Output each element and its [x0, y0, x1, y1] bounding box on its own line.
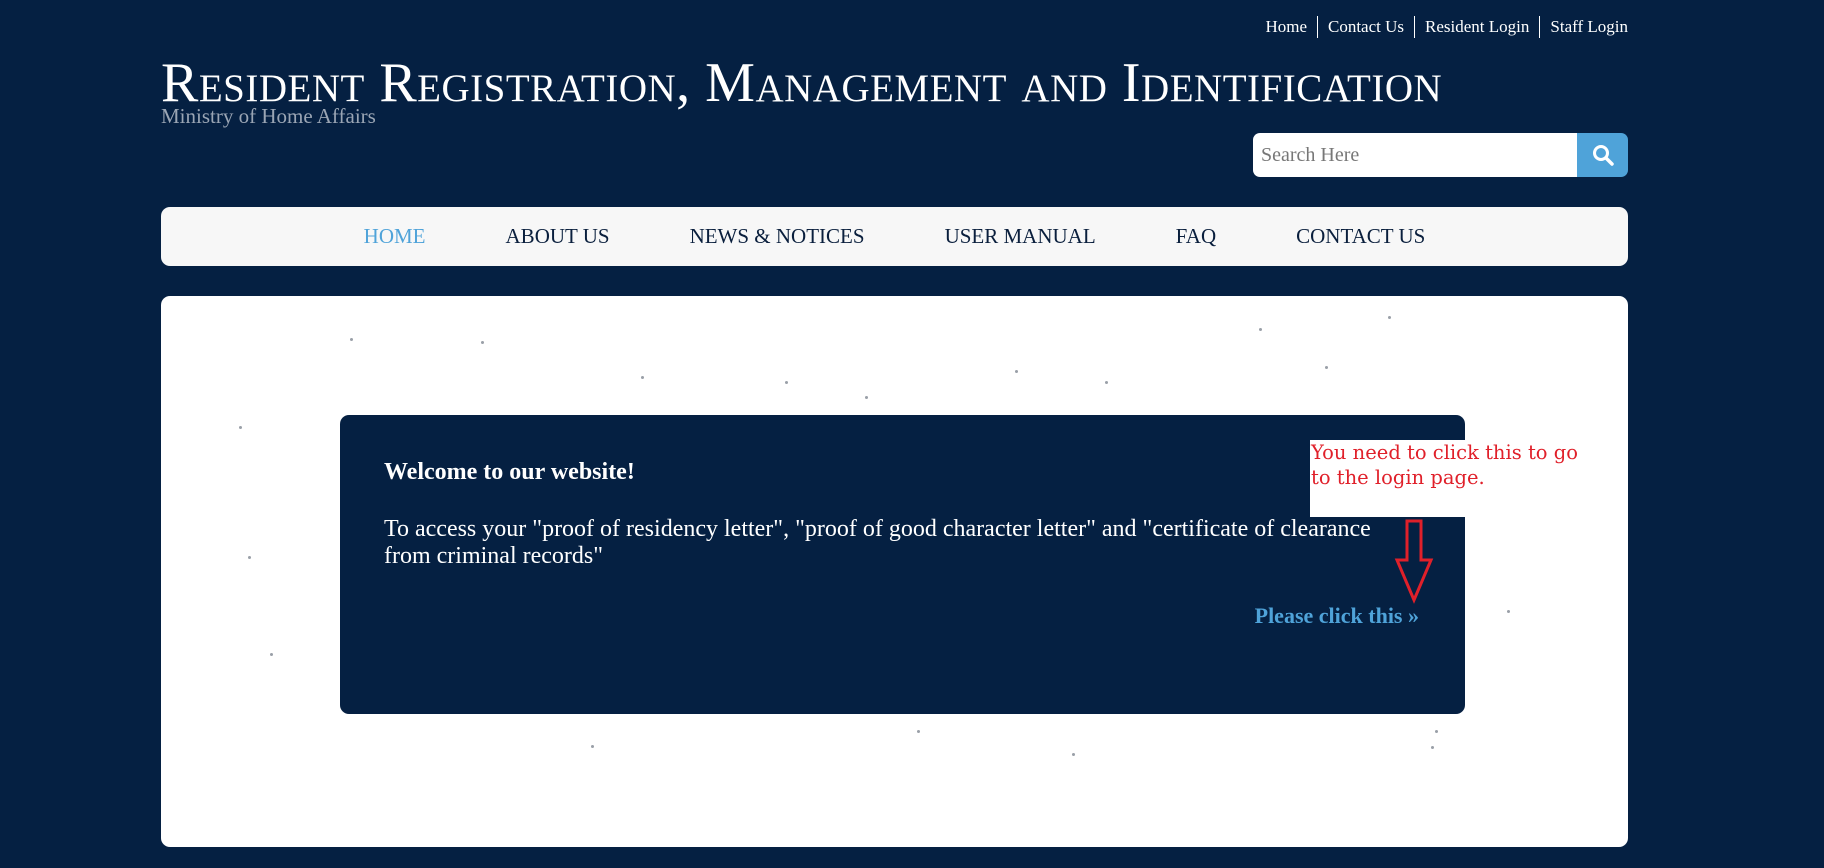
background-speck: [1507, 610, 1510, 613]
down-arrow-icon: [1394, 519, 1434, 604]
nav-item-user-manual[interactable]: USER MANUAL: [945, 224, 1096, 249]
search-input[interactable]: [1253, 133, 1577, 177]
top-link-home[interactable]: Home: [1255, 16, 1317, 38]
search-bar: [1253, 133, 1628, 177]
background-speck: [239, 426, 242, 429]
background-speck: [641, 376, 644, 379]
background-speck: [248, 556, 251, 559]
background-speck: [1105, 381, 1108, 384]
top-link-resident-login[interactable]: Resident Login: [1414, 16, 1539, 38]
nav-item-faq[interactable]: FAQ: [1176, 224, 1216, 249]
background-speck: [270, 653, 273, 656]
site-subtitle: Ministry of Home Affairs: [161, 104, 376, 128]
background-speck: [1072, 753, 1075, 756]
top-link-contact-us[interactable]: Contact Us: [1317, 16, 1414, 38]
nav-item-about-us[interactable]: ABOUT US: [506, 224, 610, 249]
background-speck: [591, 745, 594, 748]
background-speck: [1435, 730, 1438, 733]
welcome-card: Welcome to our website! To access your "…: [340, 415, 1465, 714]
background-speck: [1431, 746, 1434, 749]
search-button[interactable]: [1577, 133, 1628, 177]
nav-item-home[interactable]: HOME: [364, 224, 426, 249]
annotation-text: You need to click this to go to the logi…: [1311, 441, 1578, 489]
login-link[interactable]: Please click this »: [1255, 603, 1419, 629]
background-speck: [917, 730, 920, 733]
background-speck: [785, 381, 788, 384]
top-links: Home Contact Us Resident Login Staff Log…: [1255, 16, 1628, 38]
search-icon: [1592, 145, 1614, 166]
background-speck: [1325, 366, 1328, 369]
welcome-text: To access your "proof of residency lette…: [384, 516, 1371, 569]
background-speck: [350, 338, 353, 341]
welcome-title: Welcome to our website!: [384, 459, 635, 485]
top-link-staff-login[interactable]: Staff Login: [1539, 16, 1628, 38]
background-speck: [1015, 370, 1018, 373]
page: Home Contact Us Resident Login Staff Log…: [0, 0, 1824, 868]
background-speck: [865, 396, 868, 399]
nav-item-contact-us[interactable]: CONTACT US: [1296, 224, 1425, 249]
main-nav: HOME ABOUT US NEWS & NOTICES USER MANUAL…: [161, 207, 1628, 266]
background-speck: [1259, 328, 1262, 331]
background-speck: [481, 341, 484, 344]
nav-item-news-notices[interactable]: NEWS & NOTICES: [690, 224, 865, 249]
background-speck: [1388, 316, 1391, 319]
